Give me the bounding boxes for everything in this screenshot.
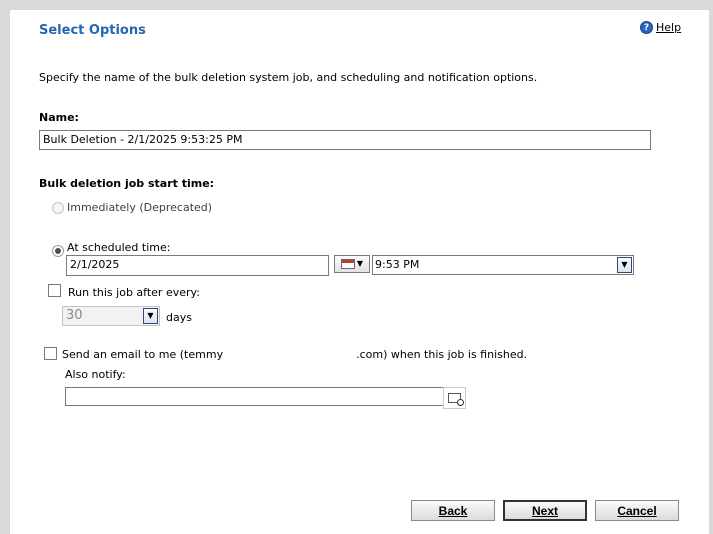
bulk-deletion-wizard-dialog: Select Options ? Help Specify the name o… [10,10,709,534]
lookup-icon [448,393,464,406]
scheduled-time-radio[interactable] [52,245,64,257]
back-button[interactable]: Back [411,500,495,521]
run-after-every-checkbox[interactable] [48,284,61,297]
also-notify-label: Also notify: [65,368,126,381]
run-after-every-label: Run this job after every: [68,286,200,299]
days-value: 30 [66,308,83,323]
calendar-button[interactable]: ▼ [334,255,370,273]
help-icon: ? [640,21,653,34]
days-unit-label: days [166,311,192,324]
name-input[interactable]: Bulk Deletion - 2/1/2025 9:53:25 PM [39,130,651,150]
chevron-down-icon: ▼ [356,259,364,268]
email-label-prefix: Send an email to me (temmy [62,348,224,361]
date-input[interactable]: 2/1/2025 [66,255,329,276]
chevron-down-icon[interactable]: ▼ [617,257,632,273]
time-value: 9:53 PM [375,258,420,271]
time-select[interactable]: 9:53 PM ▼ [372,255,634,275]
cancel-button[interactable]: Cancel [595,500,679,521]
immediately-label: Immediately (Deprecated) [67,201,213,214]
help-label: Help [656,21,682,34]
send-email-label: Send an email to me (temmy .com) when thi… [62,348,527,361]
scheduled-time-label: At scheduled time: [67,241,171,254]
calendar-icon [340,259,355,269]
days-select[interactable]: 30 ▼ [62,306,160,326]
help-link[interactable]: ? Help [640,21,681,34]
immediately-radio[interactable] [52,202,64,214]
send-email-checkbox[interactable] [44,347,57,360]
also-notify-input[interactable] [65,387,445,406]
description-text: Specify the name of the bulk deletion sy… [39,71,538,84]
lookup-button[interactable] [443,387,466,409]
next-button[interactable]: Next [503,500,587,521]
radio-selected-dot [55,248,61,254]
email-label-suffix: .com) when this job is finished. [356,348,528,361]
chevron-down-icon[interactable]: ▼ [143,308,158,324]
start-time-label: Bulk deletion job start time: [39,177,215,190]
page-title: Select Options [39,23,146,38]
name-label: Name: [39,111,79,124]
